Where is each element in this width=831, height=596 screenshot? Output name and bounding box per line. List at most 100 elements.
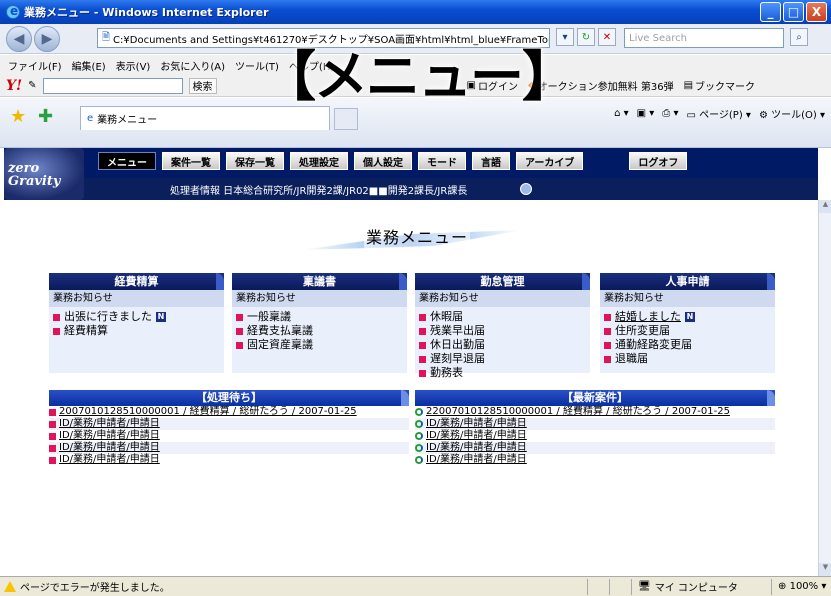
tools-menu[interactable]: ⚙ ツール(O) ▾ [759, 106, 825, 121]
row-link[interactable]: ID/業務/申請者/申請日 [426, 430, 527, 442]
latest-title: 【最新案件】 [415, 390, 775, 406]
list-item[interactable]: 固定資産稟議 [236, 338, 403, 352]
table-row[interactable]: 22007010128510000001 / 経費精算 / 総研たろう / 20… [415, 406, 775, 418]
table-row[interactable]: ID/業務/申請者/申請日 [49, 442, 409, 454]
panel-title: 勤怠管理 [415, 273, 590, 290]
tools-menu-label: ツール(O) [771, 110, 817, 121]
list-item[interactable]: 経費精算 [53, 324, 220, 338]
row-link[interactable]: 22007010128510000001 / 経費精算 / 総研たろう / 20… [426, 406, 730, 418]
nav-archive[interactable]: アーカイブ [516, 152, 584, 170]
nav-mode[interactable]: モード [418, 152, 466, 170]
stop-button[interactable]: ✕ [598, 28, 616, 46]
row-link[interactable]: ID/業務/申請者/申請日 [59, 454, 160, 466]
list-item[interactable]: 休日出勤届 [419, 338, 586, 352]
yahoo-search-input[interactable] [42, 77, 183, 94]
refresh-arrows-icon [415, 456, 423, 464]
status-segment [609, 578, 631, 595]
nav-personal-settings[interactable]: 個人設定 [354, 152, 412, 170]
pending-title: 【処理待ち】 [49, 390, 409, 406]
table-row[interactable]: ID/業務/申請者/申請日 [415, 442, 775, 454]
nav-case-list[interactable]: 案件一覧 [162, 152, 220, 170]
close-button[interactable]: X [806, 2, 827, 22]
feeds-icon[interactable]: ▣ ▾ [637, 108, 655, 119]
search-input[interactable]: Live Search [624, 28, 784, 48]
search-button[interactable]: ⌕ [790, 28, 808, 46]
list-item[interactable]: 残業早出届 [419, 324, 586, 338]
refresh-button[interactable]: ↻ [577, 28, 595, 46]
table-row[interactable]: ID/業務/申請者/申請日 [49, 418, 409, 430]
bullet-icon [604, 355, 611, 363]
app-logo: zero Gravity [4, 148, 84, 200]
list-item[interactable]: 住所変更届 [604, 324, 771, 338]
bullet-icon [419, 327, 426, 335]
maximize-button[interactable]: □ [783, 2, 804, 22]
info-toggle-icon[interactable] [520, 183, 532, 195]
table-row[interactable]: ID/業務/申請者/申請日 [415, 454, 775, 466]
item-label: 経費精算 [64, 324, 108, 337]
new-tab-button[interactable] [334, 108, 358, 130]
favorites-star-icon[interactable]: ★ [10, 106, 26, 127]
bullet-icon [49, 444, 56, 452]
table-row[interactable]: ID/業務/申請者/申請日 [49, 430, 409, 442]
nav-menu[interactable]: メニュー [98, 152, 156, 170]
search-icon: ⌕ [796, 31, 802, 43]
row-link[interactable]: ID/業務/申請者/申請日 [426, 442, 527, 454]
table-row[interactable]: ID/業務/申請者/申請日 [49, 454, 409, 466]
yahoo-bookmark-label: ブックマーク [695, 82, 756, 93]
list-item[interactable]: 結婚しました N [604, 310, 771, 324]
add-favorite-icon[interactable]: ✚ [38, 106, 53, 127]
logoff-button[interactable]: ログオフ [629, 152, 688, 170]
row-link[interactable]: ID/業務/申請者/申請日 [59, 418, 160, 430]
item-link[interactable]: 結婚しました [615, 310, 681, 324]
back-arrow-icon: ◀ [13, 30, 25, 47]
forward-button[interactable]: ▶ [34, 25, 60, 52]
security-zone: 🖥 マイ コンピュータ [631, 578, 771, 595]
pending-panel: 【処理待ち】 2007010128510000001 / 経費精算 / 総研たろ… [49, 390, 409, 466]
list-item[interactable]: 一般稟議 [236, 310, 403, 324]
menu-file[interactable]: ファイル(F) [8, 58, 62, 73]
panel-title: 経費精算 [49, 273, 224, 290]
list-item[interactable]: 経費支払稟議 [236, 324, 403, 338]
vertical-scrollbar[interactable] [818, 200, 831, 576]
back-button[interactable]: ◀ [6, 25, 32, 52]
list-item[interactable]: 通勤経路変更届 [604, 338, 771, 352]
minimize-button[interactable]: _ [760, 2, 781, 22]
page-icon: 🗎 [102, 31, 111, 43]
list-item[interactable]: 出張に行きました N [53, 310, 220, 324]
menu-favorites[interactable]: お気に入り(A) [160, 58, 225, 73]
pencil-icon[interactable]: ✎ [28, 80, 36, 91]
table-row[interactable]: ID/業務/申請者/申請日 [415, 430, 775, 442]
list-item[interactable]: 退職届 [604, 352, 771, 366]
yahoo-bookmark[interactable]: ▤ ブックマーク [684, 78, 755, 93]
table-row[interactable]: 2007010128510000001 / 経費精算 / 総研たろう / 200… [49, 406, 409, 418]
table-row[interactable]: ID/業務/申請者/申請日 [415, 418, 775, 430]
row-link[interactable]: 2007010128510000001 / 経費精算 / 総研たろう / 200… [59, 406, 357, 418]
menu-edit[interactable]: 編集(E) [72, 58, 106, 73]
yahoo-search-button[interactable]: 検索 [188, 77, 217, 94]
row-link[interactable]: ID/業務/申請者/申請日 [426, 454, 527, 466]
zoom-control[interactable]: ⊕ 100% ▾ [771, 578, 831, 595]
row-link[interactable]: ID/業務/申請者/申請日 [426, 418, 527, 430]
list-item[interactable]: 遅刻早退届 [419, 352, 586, 366]
status-message-area[interactable]: ページでエラーが発生しました。 [0, 579, 587, 594]
panel-subtitle: 業務お知らせ [415, 290, 590, 307]
nav-language[interactable]: 言語 [472, 152, 510, 170]
nav-process-settings[interactable]: 処理設定 [290, 152, 348, 170]
refresh-arrows-icon [415, 432, 423, 440]
home-icon[interactable]: ⌂ ▾ [614, 108, 629, 119]
list-item[interactable]: 休暇届 [419, 310, 586, 324]
page-menu[interactable]: ▭ ページ(P) ▾ [686, 106, 750, 121]
menu-view[interactable]: 表示(V) [116, 58, 151, 73]
bullet-icon [419, 313, 426, 321]
row-link[interactable]: ID/業務/申請者/申請日 [59, 430, 160, 442]
bullet-icon [604, 341, 611, 349]
row-link[interactable]: ID/業務/申請者/申請日 [59, 442, 160, 454]
bullet-icon [236, 341, 243, 349]
yahoo-logo[interactable]: Y! [6, 78, 22, 94]
bullet-icon [236, 327, 243, 335]
bookmark-icon: ▤ [683, 80, 694, 91]
nav-saved-list[interactable]: 保存一覧 [226, 152, 284, 170]
print-icon[interactable]: ⎙ ▾ [662, 108, 678, 119]
list-item[interactable]: 勤務表 [419, 366, 586, 380]
panel-title: 人事申請 [600, 273, 775, 290]
